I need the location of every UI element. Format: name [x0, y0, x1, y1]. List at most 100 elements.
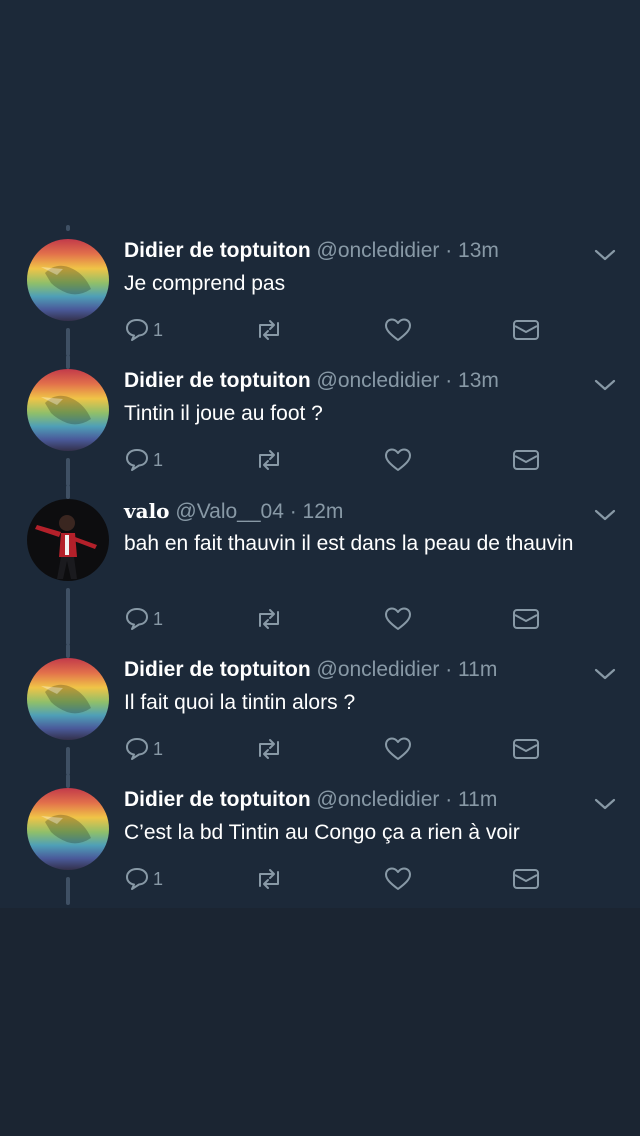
- author-handle[interactable]: @oncledidier: [317, 369, 440, 392]
- rainbow-avatar-icon: [27, 369, 109, 451]
- tweet-text: C’est la bd Tintin au Congo ça a rien à …: [124, 821, 520, 844]
- tweet-time[interactable]: · 12m: [290, 500, 344, 523]
- tweet-actions: 1: [124, 734, 564, 764]
- tweet-text: Il fait quoi la tintin alors ?: [124, 691, 356, 714]
- chevron-down-icon[interactable]: [592, 247, 618, 263]
- tweet-text: Je comprend pas: [124, 272, 286, 295]
- author-name[interactable]: Didier de toptuiton: [124, 788, 311, 811]
- like-icon: [385, 737, 411, 760]
- author-name[interactable]: Didier de toptuiton: [124, 369, 311, 392]
- reply-button[interactable]: 1: [124, 315, 163, 345]
- reply-count: 1: [153, 738, 164, 759]
- tweet-time[interactable]: · 13m: [445, 239, 499, 262]
- direct-message-icon: [513, 609, 539, 629]
- empty-background: [0, 908, 640, 1136]
- reply-icon: [126, 449, 148, 471]
- tweet-time[interactable]: · 13m: [445, 369, 499, 392]
- avatar[interactable]: [27, 239, 109, 321]
- reply-button[interactable]: 1: [124, 864, 163, 894]
- tweet-text: Tintin il joue au foot ?: [124, 402, 323, 425]
- direct-message-button[interactable]: [512, 445, 540, 475]
- like-button[interactable]: [384, 445, 412, 475]
- thread-line: [66, 328, 70, 356]
- tweet[interactable]: Didier de toptuiton @oncledidier · 13m J…: [0, 225, 640, 356]
- like-button[interactable]: [384, 315, 412, 345]
- reply-icon: [126, 868, 148, 890]
- retweet-button[interactable]: [254, 604, 284, 634]
- retweet-icon: [259, 739, 279, 759]
- retweet-button[interactable]: [254, 734, 284, 764]
- avatar[interactable]: [27, 499, 109, 581]
- thread-line: [66, 644, 70, 658]
- like-button[interactable]: [384, 734, 412, 764]
- thread-line: [66, 774, 70, 788]
- reply-icon: [126, 608, 148, 630]
- author-name[interactable]: valo: [124, 499, 170, 523]
- tweet-actions: 1: [124, 864, 564, 894]
- retweet-icon: [259, 609, 279, 629]
- tweet-header: Didier de toptuiton @oncledidier · 11m: [124, 658, 497, 682]
- tweet-actions: 1: [124, 315, 564, 345]
- tweet-actions: 1: [124, 604, 564, 634]
- reply-count: 1: [153, 449, 164, 470]
- retweet-icon: [259, 450, 279, 470]
- direct-message-button[interactable]: [512, 315, 540, 345]
- like-button[interactable]: [384, 864, 412, 894]
- author-handle[interactable]: @oncledidier: [317, 788, 440, 811]
- thread-line: [66, 355, 70, 369]
- like-icon: [385, 448, 411, 471]
- tweet[interactable]: Didier de toptuiton @oncledidier · 11m I…: [0, 644, 640, 775]
- direct-message-button[interactable]: [512, 734, 540, 764]
- tweet[interactable]: Didier de toptuiton @oncledidier · 11m C…: [0, 774, 640, 908]
- tweet-header: Didier de toptuiton @oncledidier · 13m: [124, 369, 499, 393]
- chevron-down-icon[interactable]: [592, 377, 618, 393]
- author-handle[interactable]: @oncledidier: [317, 239, 440, 262]
- thread-line: [66, 458, 70, 486]
- thread-line: [66, 485, 70, 499]
- chevron-down-icon[interactable]: [592, 796, 618, 812]
- avatar[interactable]: [27, 658, 109, 740]
- author-handle[interactable]: @Valo__04: [175, 500, 284, 523]
- tweet[interactable]: valo @Valo__04 · 12m bah en fait thauvin…: [0, 485, 640, 645]
- author-name[interactable]: Didier de toptuiton: [124, 239, 311, 262]
- tweet-actions: 1: [124, 445, 564, 475]
- tweet-time[interactable]: · 11m: [445, 788, 497, 811]
- reply-button[interactable]: 1: [124, 734, 163, 764]
- rainbow-avatar-icon: [27, 239, 109, 321]
- reply-button[interactable]: 1: [124, 604, 163, 634]
- dancer-avatar-icon: [27, 499, 109, 581]
- tweet-header: valo @Valo__04 · 12m: [124, 499, 343, 524]
- retweet-button[interactable]: [254, 864, 284, 894]
- reply-count: 1: [153, 319, 164, 340]
- thread-line: [66, 877, 70, 905]
- retweet-icon: [259, 869, 279, 889]
- like-icon: [385, 867, 411, 890]
- direct-message-button[interactable]: [512, 604, 540, 634]
- like-button[interactable]: [384, 604, 412, 634]
- tweet-header: Didier de toptuiton @oncledidier · 11m: [124, 788, 497, 812]
- reply-icon: [126, 738, 148, 760]
- retweet-button[interactable]: [254, 445, 284, 475]
- retweet-button[interactable]: [254, 315, 284, 345]
- tweet-time[interactable]: · 11m: [445, 658, 497, 681]
- reply-icon: [126, 319, 148, 341]
- retweet-icon: [259, 320, 279, 340]
- avatar[interactable]: [27, 788, 109, 870]
- chevron-down-icon[interactable]: [592, 666, 618, 682]
- direct-message-icon: [513, 869, 539, 889]
- rainbow-avatar-icon: [27, 658, 109, 740]
- chevron-down-icon[interactable]: [592, 507, 618, 523]
- avatar[interactable]: [27, 369, 109, 451]
- reply-button[interactable]: 1: [124, 445, 163, 475]
- rainbow-avatar-icon: [27, 788, 109, 870]
- reply-count: 1: [153, 608, 164, 629]
- direct-message-button[interactable]: [512, 864, 540, 894]
- author-handle[interactable]: @oncledidier: [317, 658, 440, 681]
- thread-line: [66, 747, 70, 775]
- tweet[interactable]: Didier de toptuiton @oncledidier · 13m T…: [0, 355, 640, 486]
- author-name[interactable]: Didier de toptuiton: [124, 658, 311, 681]
- reply-count: 1: [153, 868, 164, 889]
- like-icon: [385, 318, 411, 341]
- tweet-header: Didier de toptuiton @oncledidier · 13m: [124, 239, 499, 263]
- thread-line: [66, 588, 70, 645]
